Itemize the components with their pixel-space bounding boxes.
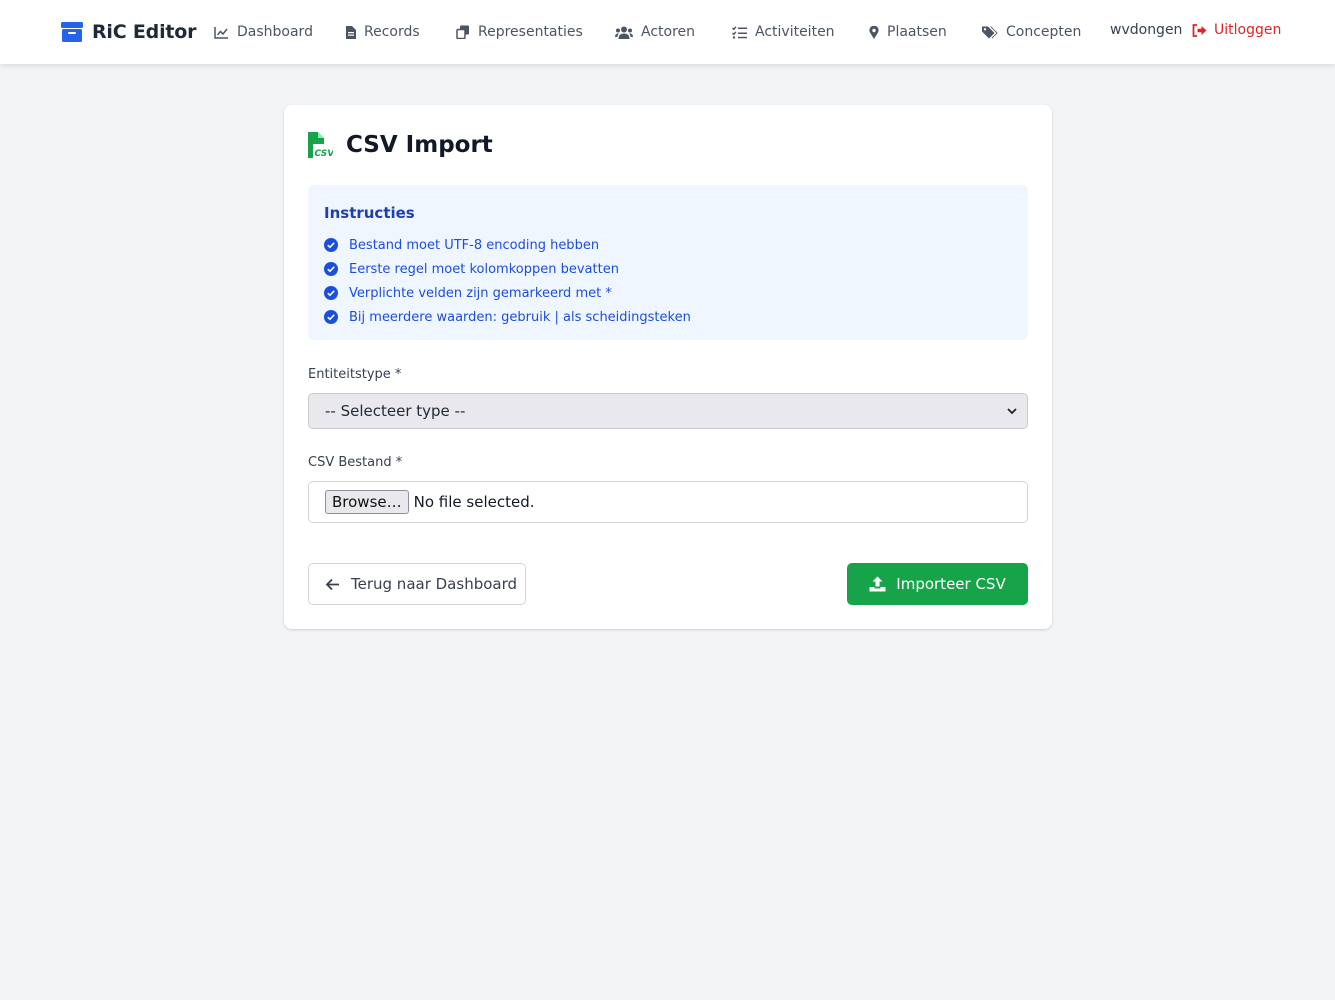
check-circle-icon — [324, 238, 338, 252]
copy-icon — [456, 25, 469, 39]
entity-type-label: Entiteitstype * — [308, 367, 402, 382]
import-button-label: Importeer CSV — [896, 575, 1006, 593]
check-circle-icon — [324, 286, 338, 300]
list-item: Eerste regel moet kolomkoppen bevatten — [324, 257, 691, 281]
logout-link[interactable]: Uitloggen — [1192, 22, 1281, 38]
nav-plaatsen[interactable]: Plaatsen — [869, 22, 947, 42]
tags-icon — [982, 26, 998, 38]
nav-label: Plaatsen — [887, 24, 947, 40]
nav-representaties[interactable]: Representaties — [456, 22, 583, 42]
nav-concepten[interactable]: Concepten — [982, 22, 1081, 42]
top-navbar: RiC Editor Dashboard Records Representat… — [0, 0, 1335, 64]
nav-actoren[interactable]: Actoren — [615, 22, 695, 42]
csv-file-input[interactable]: Browse… No file selected. — [308, 481, 1028, 523]
chart-line-icon — [214, 26, 228, 39]
import-card: CSV CSV Import Instructies Bestand moet … — [284, 105, 1052, 629]
instruction-text: Bij meerdere waarden: gebruik | als sche… — [349, 309, 691, 325]
user-name: wvdongen — [1110, 22, 1183, 38]
brand[interactable]: RiC Editor — [60, 18, 197, 46]
sign-out-icon — [1192, 23, 1207, 37]
instruction-text: Eerste regel moet kolomkoppen bevatten — [349, 261, 619, 277]
file-icon — [346, 25, 356, 39]
nav-label: Activiteiten — [755, 24, 835, 40]
nav-label: Dashboard — [237, 24, 313, 40]
browse-button[interactable]: Browse… — [325, 490, 409, 514]
instructions-heading: Instructies — [324, 204, 415, 222]
archive-box-icon — [60, 20, 84, 44]
file-status: No file selected. — [413, 493, 535, 511]
check-circle-icon — [324, 310, 338, 324]
page-title: CSV Import — [346, 132, 493, 158]
instructions-panel: Instructies Bestand moet UTF-8 encoding … — [308, 185, 1028, 340]
nav-activiteiten[interactable]: Activiteiten — [732, 22, 835, 42]
nav-label: Actoren — [641, 24, 696, 40]
file-csv-icon: CSV — [308, 132, 333, 158]
back-button-label: Terug naar Dashboard — [351, 575, 518, 593]
nav-records[interactable]: Records — [346, 22, 420, 42]
nav-dashboard[interactable]: Dashboard — [214, 22, 313, 42]
svg-text:CSV: CSV — [315, 149, 334, 158]
list-item: Verplichte velden zijn gemarkeerd met * — [324, 281, 691, 305]
page-header: CSV CSV Import — [308, 132, 493, 158]
nav-label: Records — [364, 24, 420, 40]
upload-icon — [869, 576, 886, 592]
check-circle-icon — [324, 262, 338, 276]
list-item: Bij meerdere waarden: gebruik | als sche… — [324, 305, 691, 329]
nav-label: Representaties — [478, 24, 583, 40]
instructions-list: Bestand moet UTF-8 encoding hebben Eerst… — [324, 233, 691, 329]
back-to-dashboard-button[interactable]: Terug naar Dashboard — [308, 563, 526, 605]
chevron-down-icon — [1007, 408, 1017, 415]
users-icon — [615, 26, 633, 39]
instruction-text: Bestand moet UTF-8 encoding hebben — [349, 237, 600, 253]
brand-title: RiC Editor — [92, 21, 197, 43]
arrow-left-icon — [325, 578, 339, 590]
map-pin-icon — [869, 25, 879, 39]
logout-label: Uitloggen — [1214, 22, 1282, 38]
select-value: -- Selecteer type -- — [325, 402, 466, 420]
nav-label: Concepten — [1006, 24, 1082, 40]
list-item: Bestand moet UTF-8 encoding hebben — [324, 233, 691, 257]
csv-file-label: CSV Bestand * — [308, 455, 403, 470]
import-csv-button[interactable]: Importeer CSV — [847, 563, 1028, 605]
list-check-icon — [732, 25, 747, 39]
instruction-text: Verplichte velden zijn gemarkeerd met * — [349, 285, 612, 301]
entity-type-select[interactable]: -- Selecteer type -- — [308, 393, 1028, 429]
